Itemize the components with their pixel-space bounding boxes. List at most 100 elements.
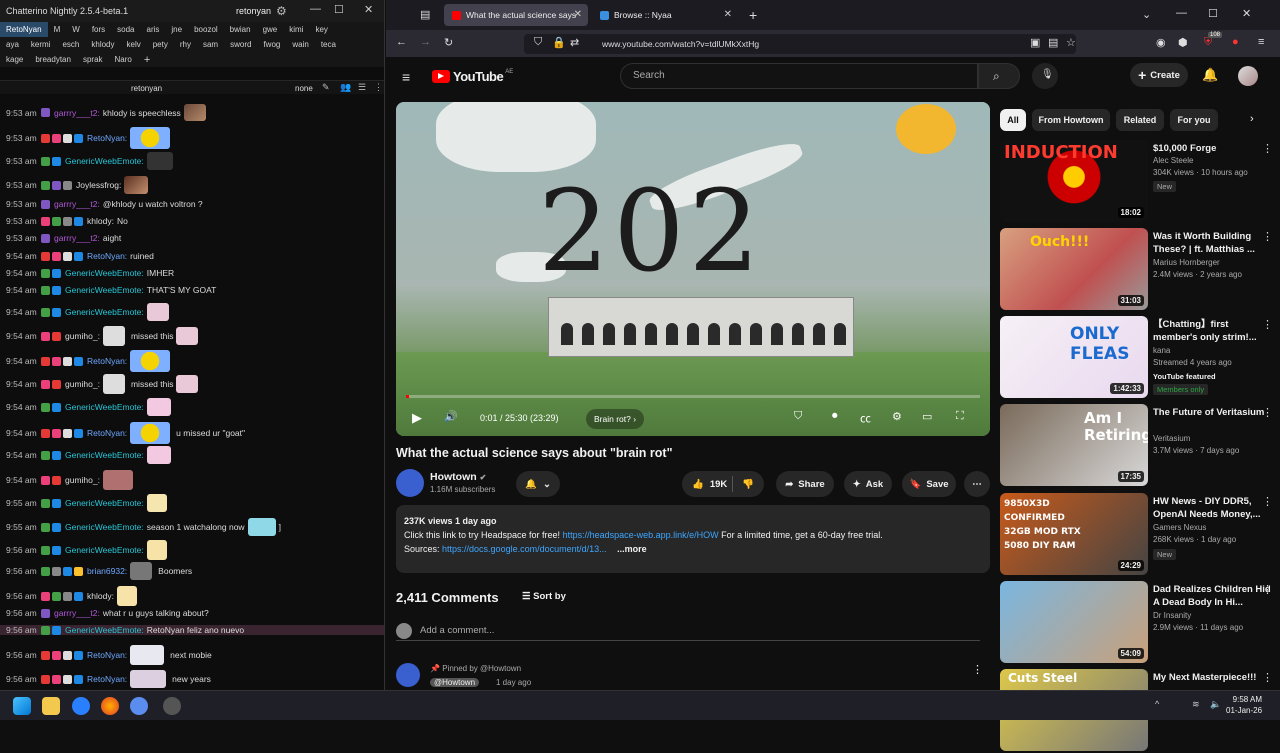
user-badge-icon[interactable]: [41, 379, 50, 389]
video-thumbnail[interactable]: INDUCTION 18:02: [1000, 140, 1148, 222]
save-button[interactable]: 🔖 Save: [902, 471, 956, 497]
message-username[interactable]: GenericWeebEmote:: [65, 402, 144, 412]
emote-image[interactable]: [146, 446, 171, 464]
user-badge-icon[interactable]: [74, 133, 83, 143]
chat-message[interactable]: 9:55 am GenericWeebEmote: season 1 watchal…: [0, 518, 384, 536]
maximize-icon[interactable]: ☐: [1208, 7, 1218, 20]
recommended-title[interactable]: Dad Realizes Children Hid A Dead Body In…: [1153, 583, 1273, 609]
channel-tab[interactable]: kelv: [121, 40, 147, 49]
chat-message[interactable]: 9:54 am GenericWeebEmote:: [0, 446, 384, 464]
recommended-title[interactable]: $10,000 Forge: [1153, 142, 1273, 155]
channel-tab[interactable]: wain: [286, 40, 314, 49]
recommended-channel[interactable]: Gamers Nexus: [1153, 523, 1206, 532]
windows-start-icon[interactable]: [13, 697, 31, 715]
recommended-channel[interactable]: Dr Insanity: [1153, 611, 1191, 620]
video-thumbnail[interactable]: 9850X3D CONFIRMED 32GB MOD RTX 5080 DIY …: [1000, 493, 1148, 575]
chat-message[interactable]: 9:54 am gumiho_: missed this: [0, 374, 384, 394]
chapter-button[interactable]: Brain rot? ›: [586, 409, 645, 429]
user-badge-icon[interactable]: [63, 251, 72, 261]
user-badge-icon[interactable]: [41, 133, 50, 143]
tab-close-icon[interactable]: ✕: [724, 9, 732, 20]
emote-image[interactable]: [146, 398, 171, 416]
file-explorer-icon[interactable]: [42, 697, 60, 715]
emote-image[interactable]: [130, 562, 153, 580]
menu-icon[interactable]: ≡: [1258, 36, 1264, 48]
chat-message[interactable]: 9:53 am RetoNyan:: [0, 127, 384, 149]
video-thumbnail[interactable]: Ouch!!! 31:03: [1000, 228, 1148, 310]
recommended-title[interactable]: My Next Masterpiece!!!: [1153, 671, 1273, 684]
chat-message[interactable]: 9:54 am GenericWeebEmote: IMHER: [0, 268, 384, 278]
user-badge-icon[interactable]: [74, 566, 83, 576]
user-badge-icon[interactable]: [41, 566, 50, 576]
minimize-icon[interactable]: —: [310, 3, 321, 15]
captions-icon[interactable]: ㏄: [860, 410, 871, 426]
channel-tab[interactable]: gwe: [257, 25, 284, 34]
like-button[interactable]: 👍 19K 👎: [682, 471, 764, 497]
user-badge-icon[interactable]: [41, 156, 50, 166]
user-badge-icon[interactable]: [52, 650, 61, 660]
message-username[interactable]: gumiho_:: [65, 331, 100, 341]
user-badge-icon[interactable]: [52, 545, 61, 555]
channel-tab[interactable]: kage: [0, 55, 29, 64]
emote-image[interactable]: [146, 303, 169, 321]
sponsorblock-icon[interactable]: ⛉: [794, 410, 802, 423]
wifi-icon[interactable]: ≋: [1192, 699, 1200, 710]
extension-icon[interactable]: ◉: [1156, 36, 1166, 49]
channel-tab[interactable]: Naro: [109, 55, 138, 64]
video-thumbnail[interactable]: Am I Retiring? 17:35: [1000, 404, 1148, 486]
maximize-icon[interactable]: ☐: [334, 3, 344, 16]
user-badge-icon[interactable]: [41, 608, 50, 618]
emote-image[interactable]: [130, 645, 165, 665]
more-icon[interactable]: ⋮: [1262, 583, 1273, 596]
chevron-up-icon[interactable]: ^: [1155, 699, 1159, 709]
edit-icon[interactable]: ✎: [322, 82, 330, 93]
emote-image[interactable]: [247, 518, 276, 536]
user-badge-icon[interactable]: [52, 475, 61, 485]
reload-icon[interactable]: ↻: [444, 36, 453, 49]
chat-message[interactable]: 9:55 am GenericWeebEmote:: [0, 494, 384, 512]
user-badge-icon[interactable]: [41, 450, 50, 460]
emote-image[interactable]: [146, 152, 173, 170]
tab-close-icon[interactable]: ✕: [574, 9, 582, 20]
shield-icon[interactable]: ⛉: [534, 36, 542, 49]
user-badge-icon[interactable]: [63, 133, 72, 143]
user-badge-icon[interactable]: [52, 180, 61, 190]
user-badge-icon[interactable]: [41, 216, 50, 226]
chatterino-icon[interactable]: [72, 697, 90, 715]
emote-image[interactable]: [102, 374, 125, 394]
user-badge-icon[interactable]: [52, 356, 61, 366]
user-badge-icon[interactable]: [52, 133, 61, 143]
user-badge-icon[interactable]: [52, 379, 61, 389]
recommended-title[interactable]: Was it Worth Building These? | ft. Matth…: [1153, 230, 1273, 256]
hamburger-menu-icon[interactable]: ≡: [402, 69, 410, 85]
message-username[interactable]: RetoNyan:: [87, 428, 127, 438]
recommended-video[interactable]: Ouch!!! 31:03 Was it Worth Building These?…: [1000, 228, 1280, 312]
user-badge-icon[interactable]: [41, 180, 50, 190]
message-username[interactable]: RetoNyan:: [87, 356, 127, 366]
share-button[interactable]: ➦ Share: [776, 471, 834, 497]
chat-message[interactable]: 9:56 am GenericWeebEmote: RetoNyan feliz a…: [0, 625, 384, 635]
emote-image[interactable]: [116, 586, 137, 606]
emote-image[interactable]: [176, 327, 199, 345]
search-button[interactable]: ⌕: [978, 63, 1020, 89]
user-badge-icon[interactable]: [41, 625, 50, 635]
user-badge-icon[interactable]: [41, 522, 50, 532]
sort-by-button[interactable]: ☰ Sort by: [522, 591, 566, 602]
user-badge-icon[interactable]: [41, 498, 50, 508]
more-icon[interactable]: ⋮: [1262, 406, 1273, 419]
voice-search-button[interactable]: 🎙: [1032, 63, 1058, 89]
chevron-down-icon[interactable]: ⌄: [1142, 8, 1151, 21]
recommended-title[interactable]: HW News - DIY DDR5, OpenAI Needs Money,.…: [1153, 495, 1273, 521]
message-username[interactable]: RetoNyan:: [87, 251, 127, 261]
channel-tab[interactable]: esch: [56, 40, 85, 49]
more-actions-button[interactable]: ⋯: [964, 471, 990, 497]
recommended-channel[interactable]: Alec Steele: [1153, 156, 1193, 165]
user-badge-icon[interactable]: [63, 591, 72, 601]
chat-message[interactable]: 9:54 am RetoNyan:: [0, 350, 384, 372]
chat-message[interactable]: 9:56 am khlody:: [0, 586, 384, 606]
chip-all[interactable]: All: [1000, 109, 1026, 131]
user-badge-icon[interactable]: [52, 450, 61, 460]
chatterino-alt-icon[interactable]: [130, 697, 148, 715]
user-badge-icon[interactable]: [63, 428, 72, 438]
menu-icon[interactable]: ☰: [358, 82, 366, 93]
